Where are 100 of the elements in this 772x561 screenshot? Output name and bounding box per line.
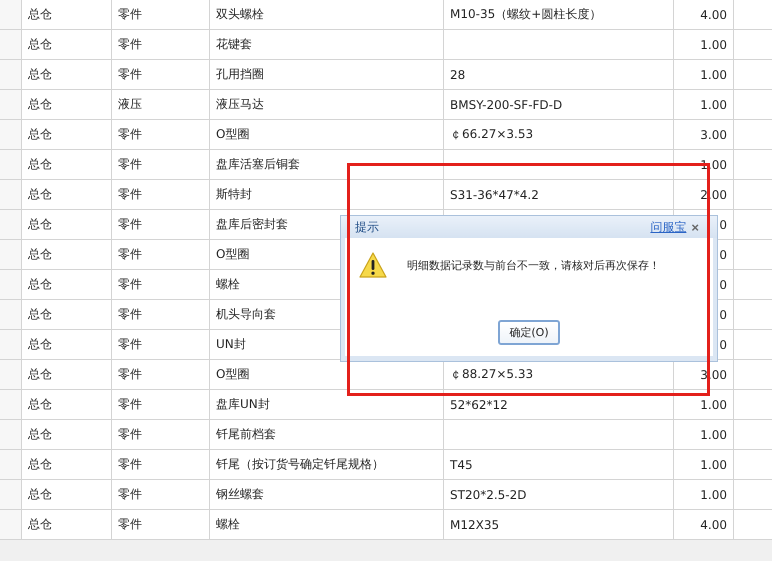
table-cell: 零件	[118, 516, 142, 533]
row-header-cell[interactable]	[0, 420, 22, 449]
table-cell: 1.00	[700, 38, 727, 52]
row-header-cell[interactable]	[0, 150, 22, 179]
table-cell: M12X35	[450, 518, 500, 532]
table-cell: 零件	[118, 36, 142, 53]
row-header-cell[interactable]	[0, 180, 22, 209]
table-cell: 总仓	[28, 426, 52, 443]
row-header-cell[interactable]	[0, 510, 22, 539]
table-cell: 盘库活塞后铜套	[216, 156, 300, 173]
table-cell: BMSY-200-SF-FD-D	[450, 98, 562, 112]
table-cell: ￠88.27×5.33	[450, 366, 534, 383]
table-cell: 0	[719, 248, 727, 262]
table-cell: 零件	[118, 126, 142, 143]
table-cell: 总仓	[28, 486, 52, 503]
table-cell: 总仓	[28, 156, 52, 173]
table-cell: 0	[719, 338, 727, 352]
table-cell: 零件	[118, 186, 142, 203]
table-cell: 钎尾（按订货号确定钎尾规格）	[216, 456, 384, 473]
table-cell: 1.00	[700, 98, 727, 112]
table-cell: 总仓	[28, 516, 52, 533]
table-cell: ST20*2.5-2D	[450, 488, 527, 502]
table-cell: 总仓	[28, 36, 52, 53]
table-cell: 0	[719, 308, 727, 322]
table-cell: 总仓	[28, 306, 52, 323]
table-cell: 液压马达	[216, 96, 264, 113]
table-cell: 零件	[118, 366, 142, 383]
row-header-cell[interactable]	[0, 480, 22, 509]
table-cell: 1.00	[700, 398, 727, 412]
table-cell: 钢丝螺套	[216, 486, 264, 503]
table-cell: 零件	[118, 66, 142, 83]
table-cell: 总仓	[28, 276, 52, 293]
table-cell: 零件	[118, 216, 142, 233]
table-cell: 盘库UN封	[216, 396, 270, 413]
table-cell: 双头螺栓	[216, 6, 264, 23]
row-header-cell[interactable]	[0, 90, 22, 119]
row-header-cell[interactable]	[0, 120, 22, 149]
table-cell: 螺栓	[216, 276, 240, 293]
table-cell: 零件	[118, 156, 142, 173]
table-cell: M10-35（螺纹+圆柱长度）	[450, 6, 602, 23]
table-cell: UN封	[216, 336, 246, 353]
table-cell: 总仓	[28, 366, 52, 383]
table-cell: 4.00	[700, 8, 727, 22]
table-cell: 斯特封	[216, 186, 252, 203]
warning-icon	[359, 252, 387, 278]
table-cell: 3.00	[700, 128, 727, 142]
table-cell: 盘库后密封套	[216, 216, 288, 233]
alert-message: 明细数据记录数与前台不一致，请核对后再次保存！	[407, 258, 660, 273]
row-header-cell[interactable]	[0, 450, 22, 479]
row-header-cell[interactable]	[0, 210, 22, 239]
row-header-cell[interactable]	[0, 60, 22, 89]
table-cell: ￠66.27×3.53	[450, 126, 534, 143]
row-header-cell[interactable]	[0, 390, 22, 419]
table-cell: 总仓	[28, 66, 52, 83]
table-cell: 钎尾前档套	[216, 426, 276, 443]
table-cell: O型圈	[216, 126, 250, 143]
table-cell: 零件	[118, 336, 142, 353]
table-cell: 花键套	[216, 36, 252, 53]
table-cell: 0	[719, 278, 727, 292]
table-cell: 零件	[118, 306, 142, 323]
table-cell: 螺栓	[216, 516, 240, 533]
table-cell: 总仓	[28, 456, 52, 473]
row-header-cell[interactable]	[0, 240, 22, 269]
table-cell: 机头导向套	[216, 306, 276, 323]
table-cell: 总仓	[28, 336, 52, 353]
table-cell: 52*62*12	[450, 398, 508, 412]
ok-button[interactable]: 确定(O)	[498, 320, 560, 345]
table-cell: 零件	[118, 486, 142, 503]
table-cell: 零件	[118, 426, 142, 443]
table-cell: O型圈	[216, 246, 250, 263]
table-cell: 4.00	[700, 518, 727, 532]
table-cell: 零件	[118, 456, 142, 473]
close-button[interactable]: ×	[690, 220, 700, 234]
row-header-cell[interactable]	[0, 0, 22, 29]
table-cell: O型圈	[216, 366, 250, 383]
table-cell: 0	[719, 218, 727, 232]
table-cell: 总仓	[28, 246, 52, 263]
table-cell: 液压	[118, 96, 142, 113]
table-cell: 总仓	[28, 396, 52, 413]
table-cell: 1.00	[700, 428, 727, 442]
table-cell: 总仓	[28, 216, 52, 233]
table-cell: 孔用挡圈	[216, 66, 264, 83]
table-cell: T45	[450, 458, 473, 472]
table-cell: 1.00	[700, 68, 727, 82]
row-header-cell[interactable]	[0, 270, 22, 299]
table-cell: 总仓	[28, 6, 52, 23]
row-header-cell[interactable]	[0, 300, 22, 329]
row-header-cell[interactable]	[0, 30, 22, 59]
help-link[interactable]: 问服宝	[650, 218, 686, 236]
table-cell: 零件	[118, 276, 142, 293]
table-cell: 1.00	[700, 488, 727, 502]
table-cell: S31-36*47*4.2	[450, 188, 539, 202]
table-cell: 总仓	[28, 126, 52, 143]
table-cell: 1.00	[700, 458, 727, 472]
row-header-cell[interactable]	[0, 360, 22, 389]
row-header-cell[interactable]	[0, 330, 22, 359]
table-cell: 总仓	[28, 186, 52, 203]
table-cell: 零件	[118, 396, 142, 413]
table-cell: 零件	[118, 6, 142, 23]
table-cell: 零件	[118, 246, 142, 263]
